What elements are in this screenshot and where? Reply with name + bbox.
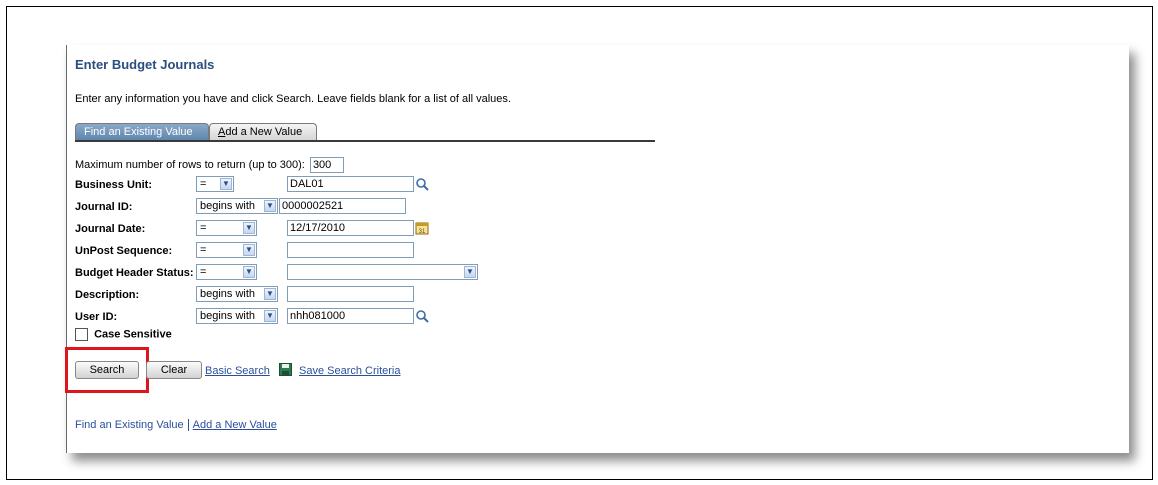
budget-header-status-label: Budget Header Status: bbox=[75, 267, 194, 279]
journal-date-row: Journal Date: = ▼ 12/17/2010 31 bbox=[75, 220, 675, 238]
description-operator-select[interactable]: begins with ▼ bbox=[196, 286, 278, 302]
business-unit-input[interactable]: DAL01 bbox=[287, 176, 414, 192]
description-operator-value: begins with bbox=[200, 288, 256, 300]
magnifier-icon[interactable] bbox=[415, 309, 429, 323]
case-sensitive-row: Case Sensitive bbox=[75, 328, 172, 341]
unpost-sequence-input[interactable] bbox=[287, 242, 414, 258]
tab-bar: Find an Existing Value Add a New Value bbox=[75, 122, 655, 142]
description-row: Description: begins with ▼ bbox=[75, 286, 675, 304]
budget-header-status-operator-value: = bbox=[200, 266, 207, 278]
unpost-sequence-row: UnPost Sequence: = ▼ bbox=[75, 242, 675, 260]
business-unit-operator-value: = bbox=[200, 178, 207, 190]
journal-date-operator-value: = bbox=[200, 222, 207, 234]
chevron-down-icon: ▼ bbox=[243, 244, 255, 256]
description-input[interactable] bbox=[287, 286, 414, 302]
chevron-down-icon: ▼ bbox=[220, 178, 232, 190]
svg-text:31: 31 bbox=[419, 229, 426, 235]
user-id-operator-value: begins with bbox=[200, 310, 256, 322]
user-id-row: User ID: begins with ▼ nhh081000 bbox=[75, 308, 675, 326]
tab-find-existing-value[interactable]: Find an Existing Value bbox=[75, 123, 209, 140]
journal-id-operator-select[interactable]: begins with ▼ bbox=[196, 198, 278, 214]
journal-id-row: Journal ID: begins with ▼ 0000002521 bbox=[75, 198, 675, 216]
instructions-text: Enter any information you have and click… bbox=[75, 93, 511, 105]
budget-header-status-row: Budget Header Status: = ▼ ▼ bbox=[75, 264, 675, 282]
max-rows-label: Maximum number of rows to return (up to … bbox=[75, 158, 305, 171]
description-label: Description: bbox=[75, 289, 140, 301]
find-existing-value-text: Find an Existing Value bbox=[75, 419, 184, 431]
tab-underline bbox=[75, 140, 655, 142]
tab-add-new-value-label: dd a New Value bbox=[225, 126, 303, 138]
chevron-down-icon: ▼ bbox=[464, 266, 476, 278]
page-title: Enter Budget Journals bbox=[75, 57, 215, 72]
user-id-label: User ID: bbox=[75, 311, 118, 323]
floppy-disk-icon[interactable] bbox=[279, 363, 292, 376]
basic-search-link[interactable]: Basic Search bbox=[205, 365, 270, 377]
journal-date-label: Journal Date: bbox=[75, 223, 146, 235]
user-id-input[interactable]: nhh081000 bbox=[287, 308, 414, 324]
chevron-down-icon: ▼ bbox=[264, 310, 276, 322]
unpost-sequence-operator-value: = bbox=[200, 244, 207, 256]
tab-add-new-value[interactable]: Add a New Value bbox=[209, 123, 317, 140]
max-rows-input[interactable] bbox=[309, 157, 344, 173]
add-new-value-link[interactable]: Add a New Value bbox=[193, 419, 277, 431]
user-id-operator-select[interactable]: begins with ▼ bbox=[196, 308, 278, 324]
max-rows-row: Maximum number of rows to return (up to … bbox=[75, 157, 344, 173]
search-page-panel: Enter Budget Journals Enter any informat… bbox=[65, 45, 1129, 453]
journal-id-label: Journal ID: bbox=[75, 201, 133, 213]
budget-header-status-operator-select[interactable]: = ▼ bbox=[196, 264, 257, 280]
business-unit-label: Business Unit: bbox=[75, 179, 153, 191]
chevron-down-icon: ▼ bbox=[264, 200, 276, 212]
search-button[interactable]: Search bbox=[75, 361, 139, 379]
business-unit-row: Business Unit: = ▼ DAL01 bbox=[75, 176, 675, 194]
journal-date-input[interactable]: 12/17/2010 bbox=[287, 220, 414, 236]
chevron-down-icon: ▼ bbox=[243, 222, 255, 234]
save-search-criteria-link[interactable]: Save Search Criteria bbox=[299, 365, 401, 377]
journal-id-operator-value: begins with bbox=[200, 200, 256, 212]
bottom-links: Find an Existing Value Add a New Value bbox=[75, 419, 277, 432]
journal-date-operator-select[interactable]: = ▼ bbox=[196, 220, 257, 236]
calendar-icon[interactable]: 31 bbox=[415, 221, 429, 235]
unpost-sequence-label: UnPost Sequence: bbox=[75, 245, 173, 257]
business-unit-operator-select[interactable]: = ▼ bbox=[196, 176, 234, 192]
chevron-down-icon: ▼ bbox=[243, 266, 255, 278]
magnifier-icon[interactable] bbox=[415, 177, 429, 191]
journal-id-input[interactable]: 0000002521 bbox=[279, 198, 406, 214]
link-separator bbox=[187, 419, 189, 432]
unpost-sequence-operator-select[interactable]: = ▼ bbox=[196, 242, 257, 258]
budget-header-status-select[interactable]: ▼ bbox=[287, 264, 478, 280]
clear-button[interactable]: Clear bbox=[146, 361, 202, 379]
case-sensitive-label: Case Sensitive bbox=[94, 328, 172, 341]
chevron-down-icon: ▼ bbox=[264, 288, 276, 300]
case-sensitive-checkbox[interactable] bbox=[75, 328, 88, 341]
